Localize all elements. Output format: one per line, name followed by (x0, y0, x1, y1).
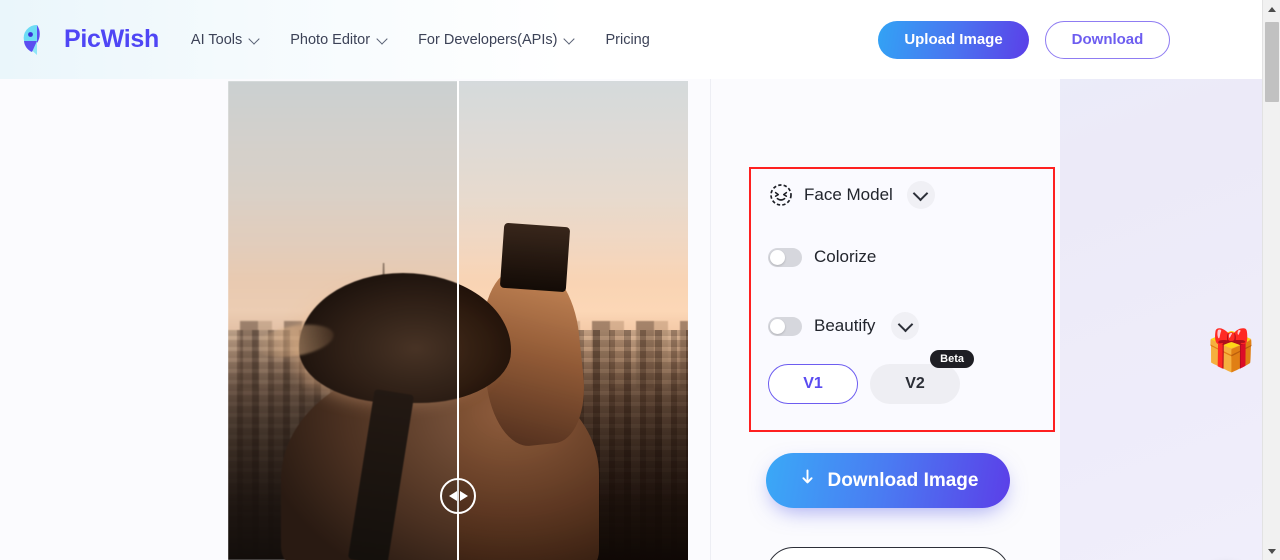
nav-item-photo-editor[interactable]: Photo Editor (290, 32, 388, 48)
beautify-chevron-down-icon[interactable] (891, 312, 919, 340)
face-model-settings-panel: Face Model Colorize Beautify V1 V2 (749, 167, 1055, 432)
page-scrollbar[interactable] (1262, 0, 1280, 560)
site-header: PicWish AI Tools Photo Editor For Develo… (0, 0, 1262, 79)
scroll-up-arrow-icon[interactable] (1263, 0, 1280, 18)
upload-image-button[interactable]: Upload Image (878, 21, 1029, 59)
arrow-right-icon (460, 491, 468, 501)
face-model-icon (768, 182, 794, 208)
arrow-left-icon (449, 491, 457, 501)
editor-card: Face Model Colorize Beautify V1 V2 (0, 79, 1060, 560)
nav-label: AI Tools (191, 32, 242, 48)
version-selector: V1 V2 Beta (768, 364, 960, 404)
nav-label: For Developers(APIs) (418, 32, 557, 48)
face-model-label: Face Model (804, 185, 893, 205)
beautify-row: Beautify (768, 312, 919, 340)
main-nav: AI Tools Photo Editor For Developers(API… (191, 32, 650, 48)
editor-stage: Face Model Colorize Beautify V1 V2 (0, 79, 1262, 560)
colorize-toggle[interactable] (768, 248, 802, 267)
version-v2-button[interactable]: V2 (870, 364, 960, 404)
logo[interactable]: PicWish (18, 21, 159, 59)
scrollbar-thumb[interactable] (1265, 22, 1279, 102)
before-after-compare[interactable] (228, 81, 688, 560)
chevron-down-icon (564, 34, 575, 45)
chevron-down-icon (249, 34, 260, 45)
nav-item-ai-tools[interactable]: AI Tools (191, 32, 260, 48)
download-button[interactable]: Download (1045, 21, 1170, 59)
version-v1-button[interactable]: V1 (768, 364, 858, 404)
version-v2-wrapper: V2 Beta (870, 364, 960, 404)
nav-item-pricing[interactable]: Pricing (605, 32, 649, 48)
beautify-label: Beautify (814, 316, 875, 336)
gift-promo-icon[interactable]: 🎁 (1206, 326, 1256, 376)
edit-more-button[interactable]: Edit More (766, 547, 1010, 560)
beta-badge: Beta (930, 350, 974, 368)
picwish-bird-logo-icon (18, 21, 56, 59)
download-arrow-icon (798, 468, 817, 493)
chevron-down-icon (377, 34, 388, 45)
page-viewport: PicWish AI Tools Photo Editor For Develo… (0, 0, 1262, 560)
logo-text: PicWish (64, 25, 159, 54)
download-image-label: Download Image (828, 470, 979, 492)
nav-label: Photo Editor (290, 32, 370, 48)
face-model-chevron-down-icon[interactable] (907, 181, 935, 209)
face-model-row[interactable]: Face Model (768, 181, 935, 209)
scroll-down-arrow-icon[interactable] (1263, 542, 1280, 560)
header-actions: Upload Image Download (878, 21, 1170, 59)
download-image-button[interactable]: Download Image (766, 453, 1010, 508)
panel-divider (710, 79, 711, 560)
nav-label: Pricing (605, 32, 649, 48)
beautify-toggle[interactable] (768, 317, 802, 336)
nav-item-for-developers[interactable]: For Developers(APIs) (418, 32, 575, 48)
compare-slider-handle[interactable] (440, 478, 476, 514)
colorize-label: Colorize (814, 247, 876, 267)
colorize-row: Colorize (768, 247, 876, 267)
